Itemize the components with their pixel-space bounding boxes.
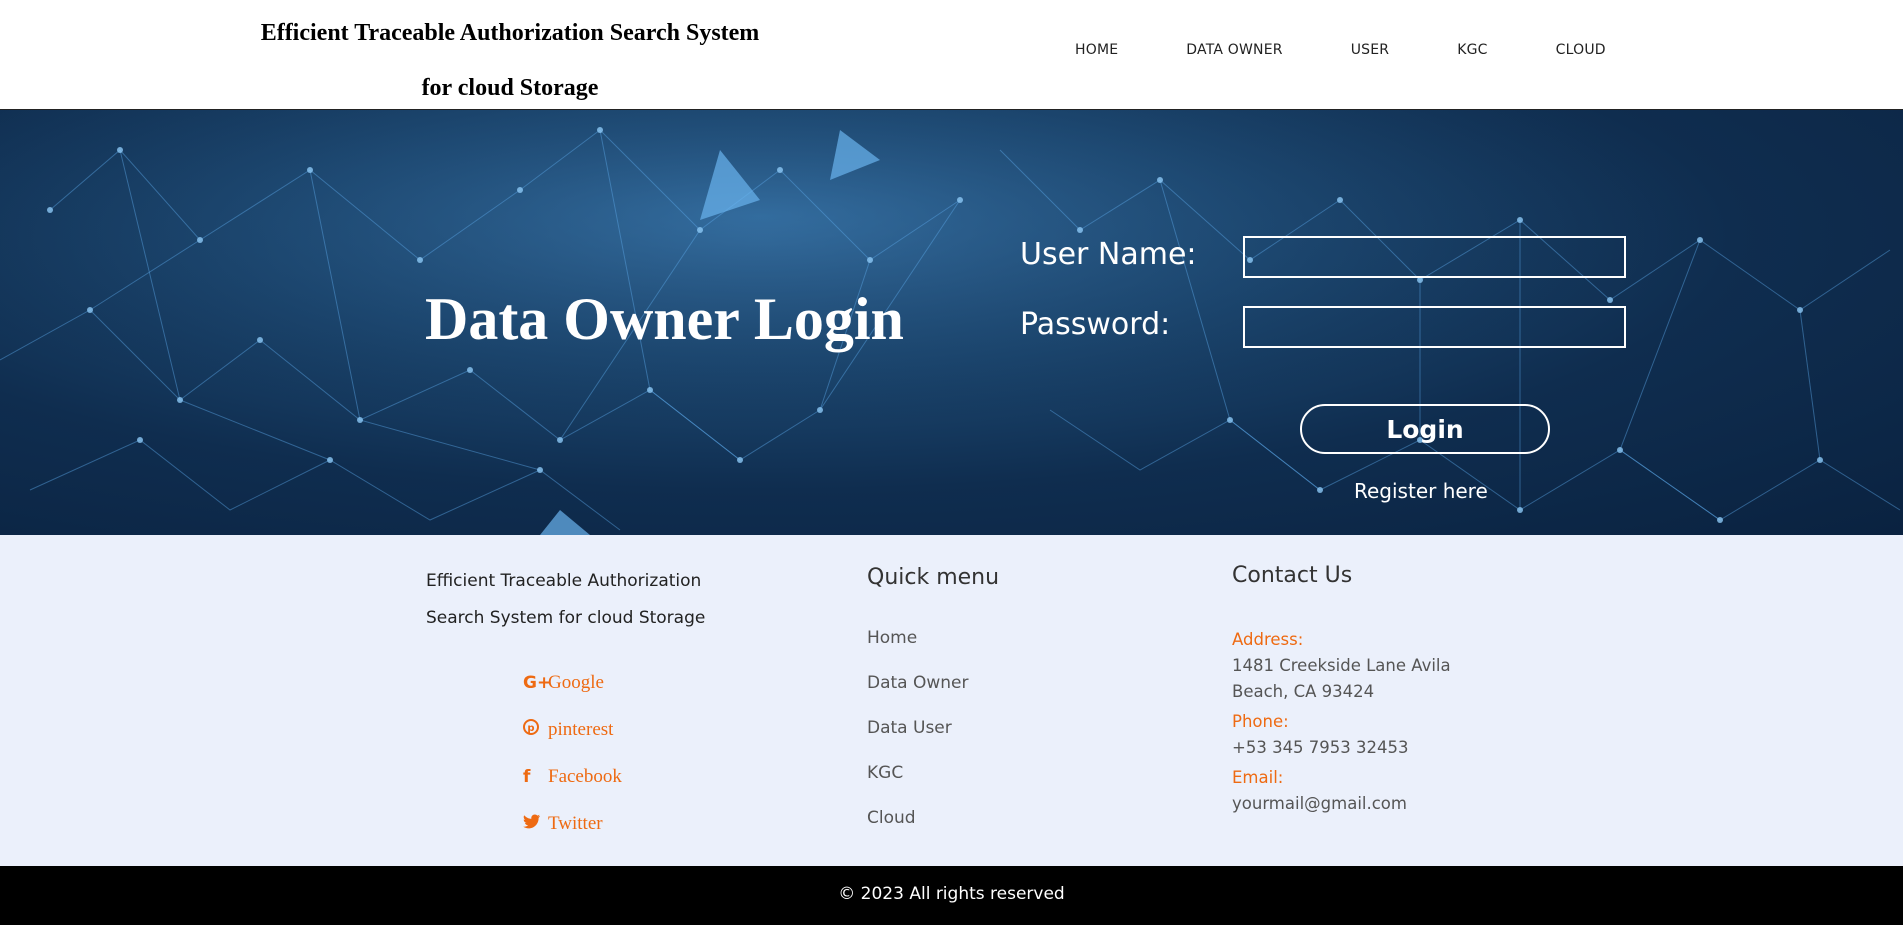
site-title-line2: for cloud Storage: [421, 75, 599, 101]
email-value: yourmail@gmail.com: [1232, 794, 1407, 813]
social-twitter-link[interactable]: Twitter: [523, 800, 622, 847]
address-line1: 1481 Creekside Lane Avila: [1232, 656, 1451, 675]
nav-kgc[interactable]: KGC: [1457, 42, 1487, 58]
quick-menu-list: Home Data Owner Data User KGC Cloud: [867, 628, 969, 853]
address-line2: Beach, CA 93424: [1232, 682, 1375, 701]
twitter-icon: [523, 814, 543, 834]
site-title-line1: Efficient Traceable Authorization Search…: [260, 20, 760, 46]
phone-label: Phone:: [1232, 712, 1289, 731]
social-facebook-link[interactable]: f Facebook: [523, 753, 622, 800]
username-label: User Name:: [1020, 237, 1197, 272]
contact-details: Address: 1481 Creekside Lane Avila Beach…: [1232, 627, 1492, 821]
quick-menu-item: Home: [867, 628, 969, 673]
social-google-label: Google: [548, 671, 604, 693]
quick-menu-item: KGC: [867, 763, 969, 808]
site-header: Efficient Traceable Authorization Search…: [0, 0, 1903, 110]
footer-about-line1: Efficient Traceable Authorization: [426, 571, 702, 591]
username-input[interactable]: [1243, 236, 1626, 278]
social-links: G+ Google p pinterest f Facebook Twitter: [523, 659, 622, 847]
register-link[interactable]: Register here: [1354, 479, 1488, 503]
google-plus-icon: G+: [523, 672, 552, 693]
quick-menu-data-user[interactable]: Data User: [867, 718, 952, 738]
password-label: Password:: [1020, 307, 1171, 342]
main-nav: HOME DATA OWNER USER KGC CLOUD: [1075, 42, 1606, 58]
nav-user[interactable]: USER: [1351, 42, 1390, 58]
quick-menu-cloud[interactable]: Cloud: [867, 808, 916, 828]
social-twitter-label: Twitter: [548, 812, 603, 834]
social-pinterest-label: pinterest: [548, 718, 614, 740]
copyright-bar: © 2023 All rights reserved: [0, 866, 1903, 925]
footer-about-line2: Search System for cloud Storage: [426, 608, 706, 628]
nav-home[interactable]: HOME: [1075, 42, 1118, 58]
contact-title: Contact Us: [1232, 563, 1353, 588]
quick-menu-kgc[interactable]: KGC: [867, 763, 903, 783]
copyright-text: © 2023 All rights reserved: [838, 884, 1065, 904]
quick-menu-title: Quick menu: [867, 565, 1000, 590]
nav-data-owner[interactable]: DATA OWNER: [1186, 42, 1282, 58]
facebook-icon: f: [523, 766, 531, 787]
hero-login-section: Data Owner Login User Name: Password: Lo…: [0, 110, 1903, 535]
social-facebook-label: Facebook: [548, 765, 622, 787]
quick-menu-item: Cloud: [867, 808, 969, 853]
nav-cloud[interactable]: CLOUD: [1556, 42, 1606, 58]
svg-text:p: p: [527, 723, 534, 734]
footer-about: Efficient Traceable Authorization Search…: [426, 563, 756, 637]
site-footer: Efficient Traceable Authorization Search…: [0, 535, 1903, 866]
email-label: Email:: [1232, 768, 1284, 787]
quick-menu-item: Data Owner: [867, 673, 969, 718]
site-title: Efficient Traceable Authorization Search…: [200, 6, 820, 116]
address-label: Address:: [1232, 630, 1304, 649]
quick-menu-data-owner[interactable]: Data Owner: [867, 673, 969, 693]
password-input[interactable]: [1243, 306, 1626, 348]
phone-value: +53 345 7953 32453: [1232, 738, 1409, 757]
pinterest-icon: p: [523, 719, 543, 740]
quick-menu-home[interactable]: Home: [867, 628, 917, 648]
quick-menu-item: Data User: [867, 718, 969, 763]
login-button[interactable]: Login: [1300, 404, 1550, 454]
social-google-link[interactable]: G+ Google: [523, 659, 622, 706]
page-heading: Data Owner Login: [425, 286, 904, 352]
social-pinterest-link[interactable]: p pinterest: [523, 706, 622, 753]
